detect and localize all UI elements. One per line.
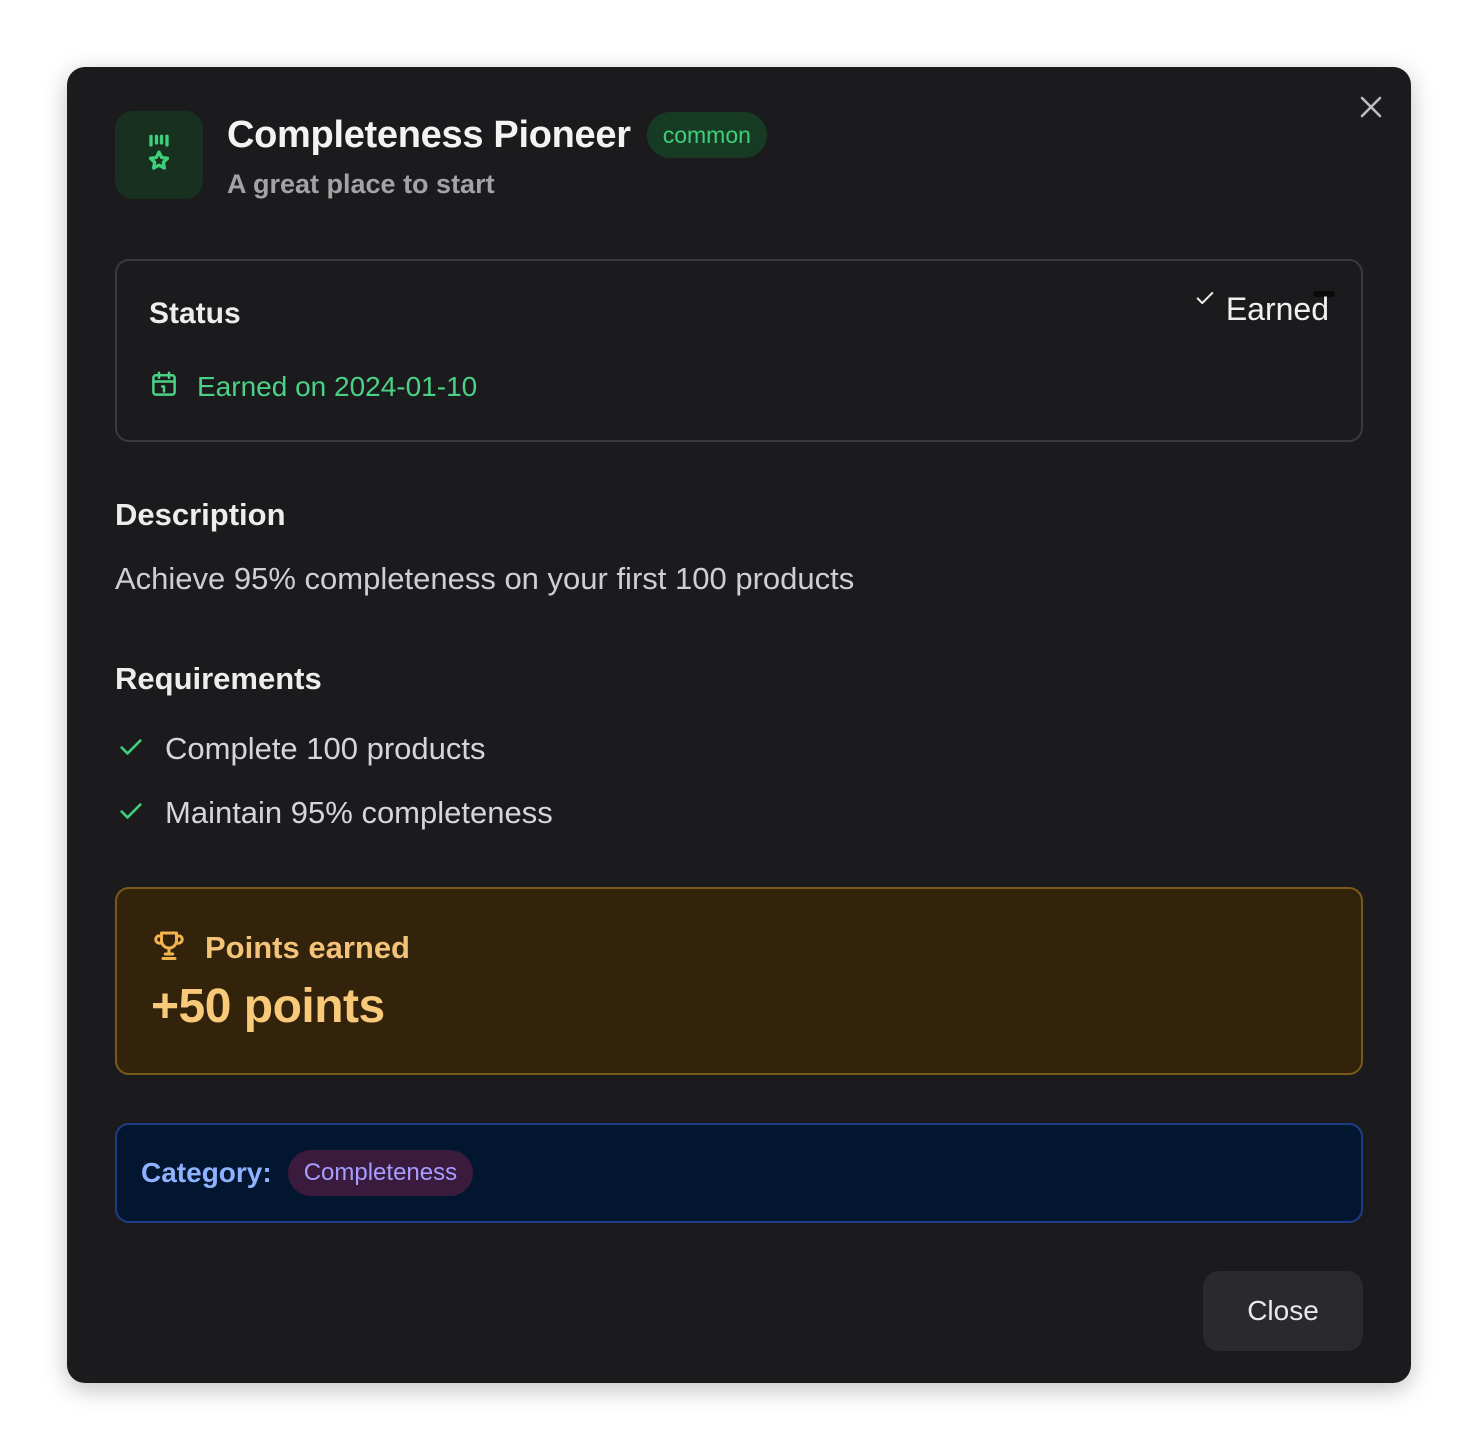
dialog-header: Completeness Pioneer common A great plac… — [115, 111, 1363, 231]
dialog-title: Completeness Pioneer — [227, 113, 631, 156]
check-icon — [117, 733, 145, 766]
category-chip: Completeness — [287, 1150, 474, 1196]
trophy-icon — [151, 927, 187, 968]
check-icon — [117, 797, 145, 830]
requirement-item: Maintain 95% completeness — [117, 795, 553, 831]
category-card: Category: Completeness — [115, 1123, 1363, 1223]
points-value: +50 points — [151, 980, 385, 1033]
points-label: Points earned — [205, 929, 410, 965]
achievement-dialog: Completeness Pioneer common A great plac… — [67, 67, 1411, 1383]
dialog-subtitle: A great place to start — [227, 169, 495, 199]
status-card: Status Earned Earned on 2024-01-10 — [115, 259, 1363, 442]
points-card: Points earned +50 points — [115, 887, 1363, 1075]
calendar-icon — [149, 369, 179, 404]
achievement-badge — [115, 111, 203, 199]
requirement-item: Complete 100 products — [117, 731, 486, 767]
check-icon — [1194, 287, 1216, 314]
rarity-badge: common — [646, 112, 767, 158]
status-state: Earned — [1225, 291, 1329, 327]
requirements-heading: Requirements — [115, 661, 322, 696]
status-badge: Earned — [1194, 291, 1329, 328]
earned-date: Earned on 2024-01-10 — [197, 370, 478, 402]
earned-date-row: Earned on 2024-01-10 — [149, 369, 477, 404]
description-text: Achieve 95% completeness on your first 1… — [115, 561, 855, 596]
close-button[interactable]: Close — [1203, 1271, 1363, 1351]
requirement-text: Complete 100 products — [165, 731, 486, 766]
title-row: Completeness Pioneer common — [227, 111, 767, 159]
status-label: Status — [149, 297, 241, 330]
category-label: Category: — [141, 1157, 272, 1188]
requirement-text: Maintain 95% completeness — [165, 795, 553, 830]
points-label-row: Points earned — [151, 927, 410, 968]
medal-icon — [139, 133, 179, 178]
description-heading: Description — [115, 497, 286, 532]
